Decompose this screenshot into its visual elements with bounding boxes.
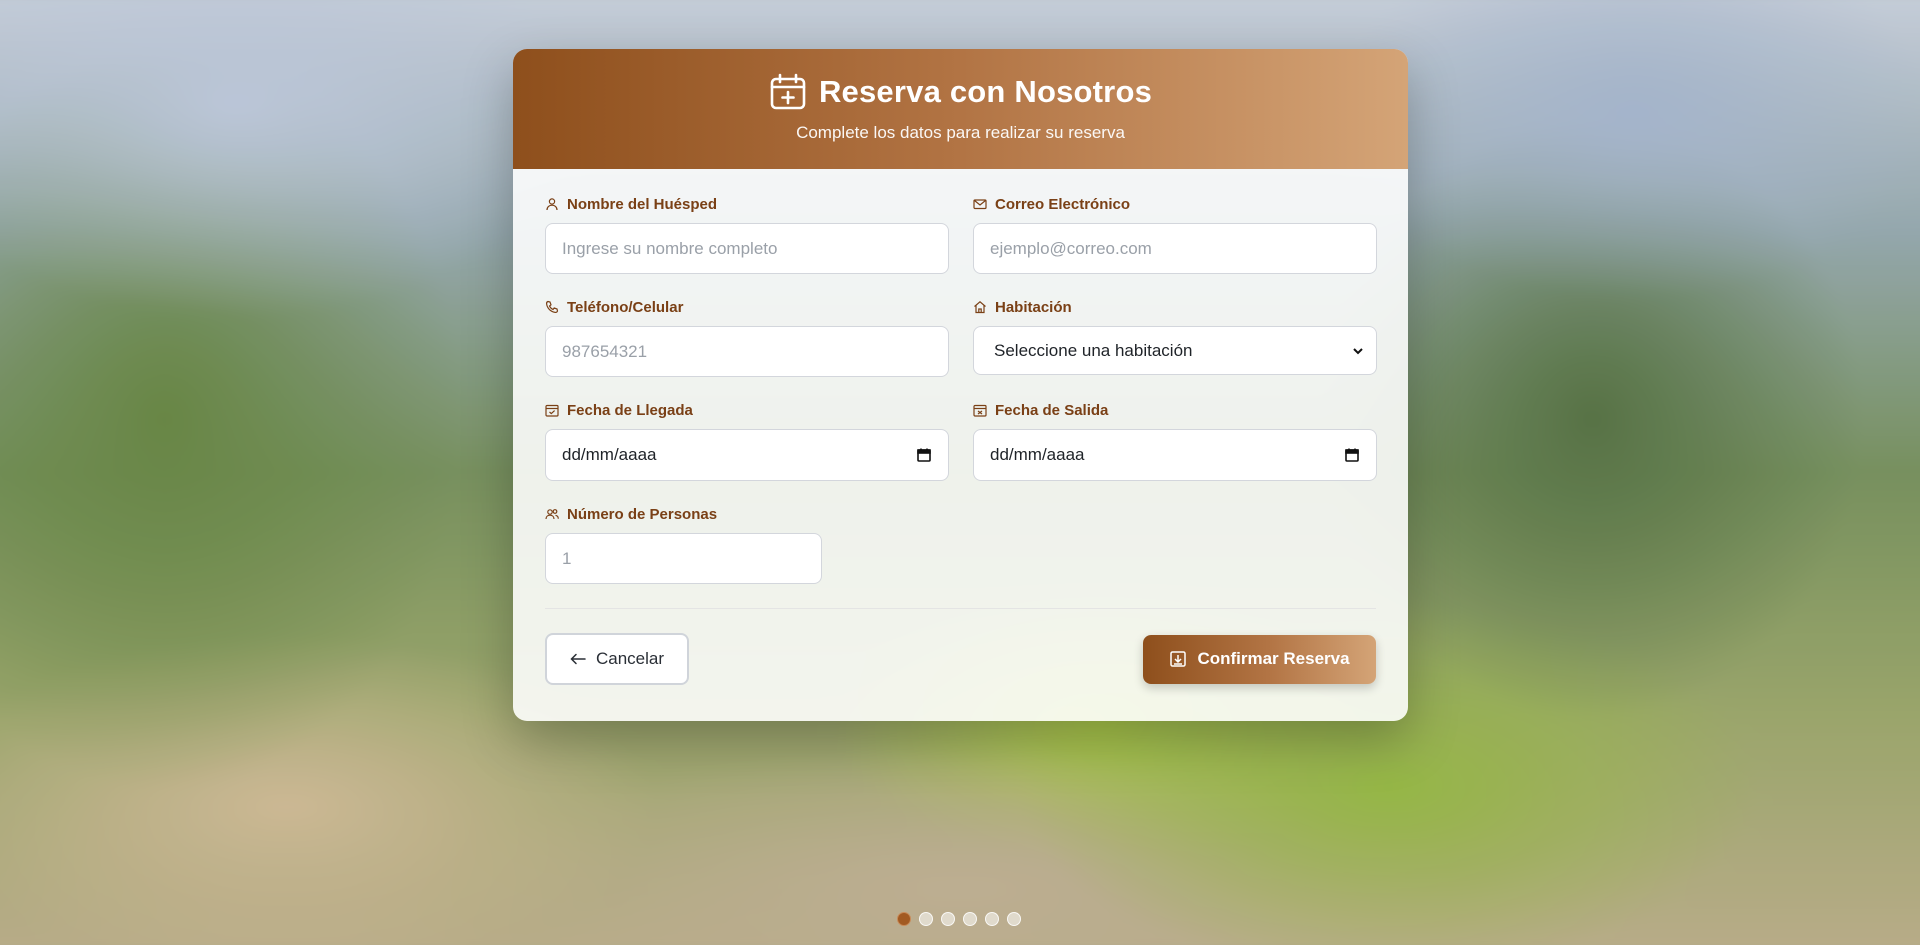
phone-label: Teléfono/Celular bbox=[545, 298, 949, 316]
guest-name-field: Nombre del Huésped Ingrese su nombre com… bbox=[545, 195, 949, 274]
calendar-confirm-icon bbox=[1170, 651, 1187, 667]
card-header: Reserva con Nosotros Complete los datos … bbox=[513, 49, 1408, 169]
chevron-down-icon bbox=[1353, 347, 1363, 354]
calendar-picker-icon[interactable] bbox=[916, 447, 932, 463]
room-field: Habitación Seleccione una habitación bbox=[973, 298, 1377, 377]
users-icon bbox=[545, 509, 559, 520]
guest-name-label-text: Nombre del Huésped bbox=[567, 195, 718, 213]
email-label: Correo Electrónico bbox=[973, 195, 1377, 213]
confirm-button-label: Confirmar Reserva bbox=[1197, 649, 1350, 668]
carousel-dot[interactable] bbox=[985, 912, 999, 926]
room-select[interactable]: Seleccione una habitación bbox=[973, 326, 1377, 375]
departure-label: Fecha de Salida bbox=[973, 401, 1377, 419]
user-icon bbox=[546, 198, 558, 211]
guests-field: Número de Personas 1 bbox=[545, 505, 822, 584]
guests-label-text: Número de Personas bbox=[567, 505, 718, 523]
carousel-dot[interactable] bbox=[919, 912, 933, 926]
phone-label-text: Teléfono/Celular bbox=[567, 298, 684, 316]
arrow-left-icon bbox=[570, 653, 586, 665]
carousel-dot[interactable] bbox=[1007, 912, 1021, 926]
room-label-text: Habitación bbox=[995, 298, 1072, 316]
arrival-date-input[interactable]: dd/mm/aaaa bbox=[545, 429, 949, 481]
home-icon bbox=[974, 301, 986, 314]
mail-icon bbox=[973, 199, 987, 210]
arrival-date-value: dd/mm/aaaa bbox=[562, 445, 657, 464]
title-row: Reserva con Nosotros bbox=[513, 73, 1408, 111]
room-label: Habitación bbox=[973, 298, 1377, 316]
arrival-label-text: Fecha de Llegada bbox=[567, 401, 693, 419]
guest-name-input[interactable]: Ingrese su nombre completo bbox=[545, 223, 949, 274]
calendar-plus-icon bbox=[769, 73, 807, 111]
form-row: Número de Personas 1 bbox=[545, 505, 1376, 584]
departure-date-value: dd/mm/aaaa bbox=[990, 445, 1085, 464]
cancel-button[interactable]: Cancelar bbox=[545, 633, 689, 685]
arrival-field: Fecha de Llegada dd/mm/aaaa bbox=[545, 401, 949, 481]
carousel-dot[interactable] bbox=[963, 912, 977, 926]
guests-input[interactable]: 1 bbox=[545, 533, 822, 584]
arrival-label: Fecha de Llegada bbox=[545, 401, 949, 419]
phone-field: Teléfono/Celular 987654321 bbox=[545, 298, 949, 377]
page-subtitle: Complete los datos para realizar su rese… bbox=[796, 123, 1125, 142]
calendar-x-icon bbox=[973, 404, 987, 417]
departure-label-text: Fecha de Salida bbox=[995, 401, 1109, 419]
room-select-value: Seleccione una habitación bbox=[994, 340, 1193, 360]
departure-field: Fecha de Salida dd/mm/aaaa bbox=[973, 401, 1377, 481]
form-row: Nombre del Huésped Ingrese su nombre com… bbox=[545, 195, 1377, 274]
cancel-button-label: Cancelar bbox=[595, 649, 665, 668]
guests-label: Número de Personas bbox=[545, 505, 822, 523]
reservation-card: Reserva con Nosotros Complete los datos … bbox=[513, 49, 1408, 721]
form-row: Fecha de Llegada dd/mm/aaaa Fecha de Sal… bbox=[545, 401, 1377, 481]
phone-input[interactable]: 987654321 bbox=[545, 326, 949, 377]
departure-date-input[interactable]: dd/mm/aaaa bbox=[973, 429, 1377, 481]
guest-name-label: Nombre del Huésped bbox=[545, 195, 949, 213]
form-actions: Cancelar Confirmar Reserva bbox=[513, 609, 1408, 685]
carousel-dot[interactable] bbox=[897, 912, 911, 926]
confirm-reservation-button[interactable]: Confirmar Reserva bbox=[1143, 634, 1376, 684]
carousel-dot[interactable] bbox=[941, 912, 955, 926]
form-row: Teléfono/Celular 987654321 Habitación Se… bbox=[545, 298, 1377, 377]
carousel-indicators bbox=[897, 912, 1021, 926]
phone-icon bbox=[545, 300, 559, 314]
email-label-text: Correo Electrónico bbox=[995, 195, 1131, 213]
calendar-picker-icon[interactable] bbox=[1344, 447, 1360, 463]
email-input[interactable]: ejemplo@correo.com bbox=[973, 223, 1377, 274]
page-title: Reserva con Nosotros bbox=[818, 74, 1153, 109]
reservation-form: Nombre del Huésped Ingrese su nombre com… bbox=[513, 169, 1408, 584]
calendar-check-icon bbox=[545, 404, 559, 417]
email-field: Correo Electrónico ejemplo@correo.com bbox=[973, 195, 1377, 274]
